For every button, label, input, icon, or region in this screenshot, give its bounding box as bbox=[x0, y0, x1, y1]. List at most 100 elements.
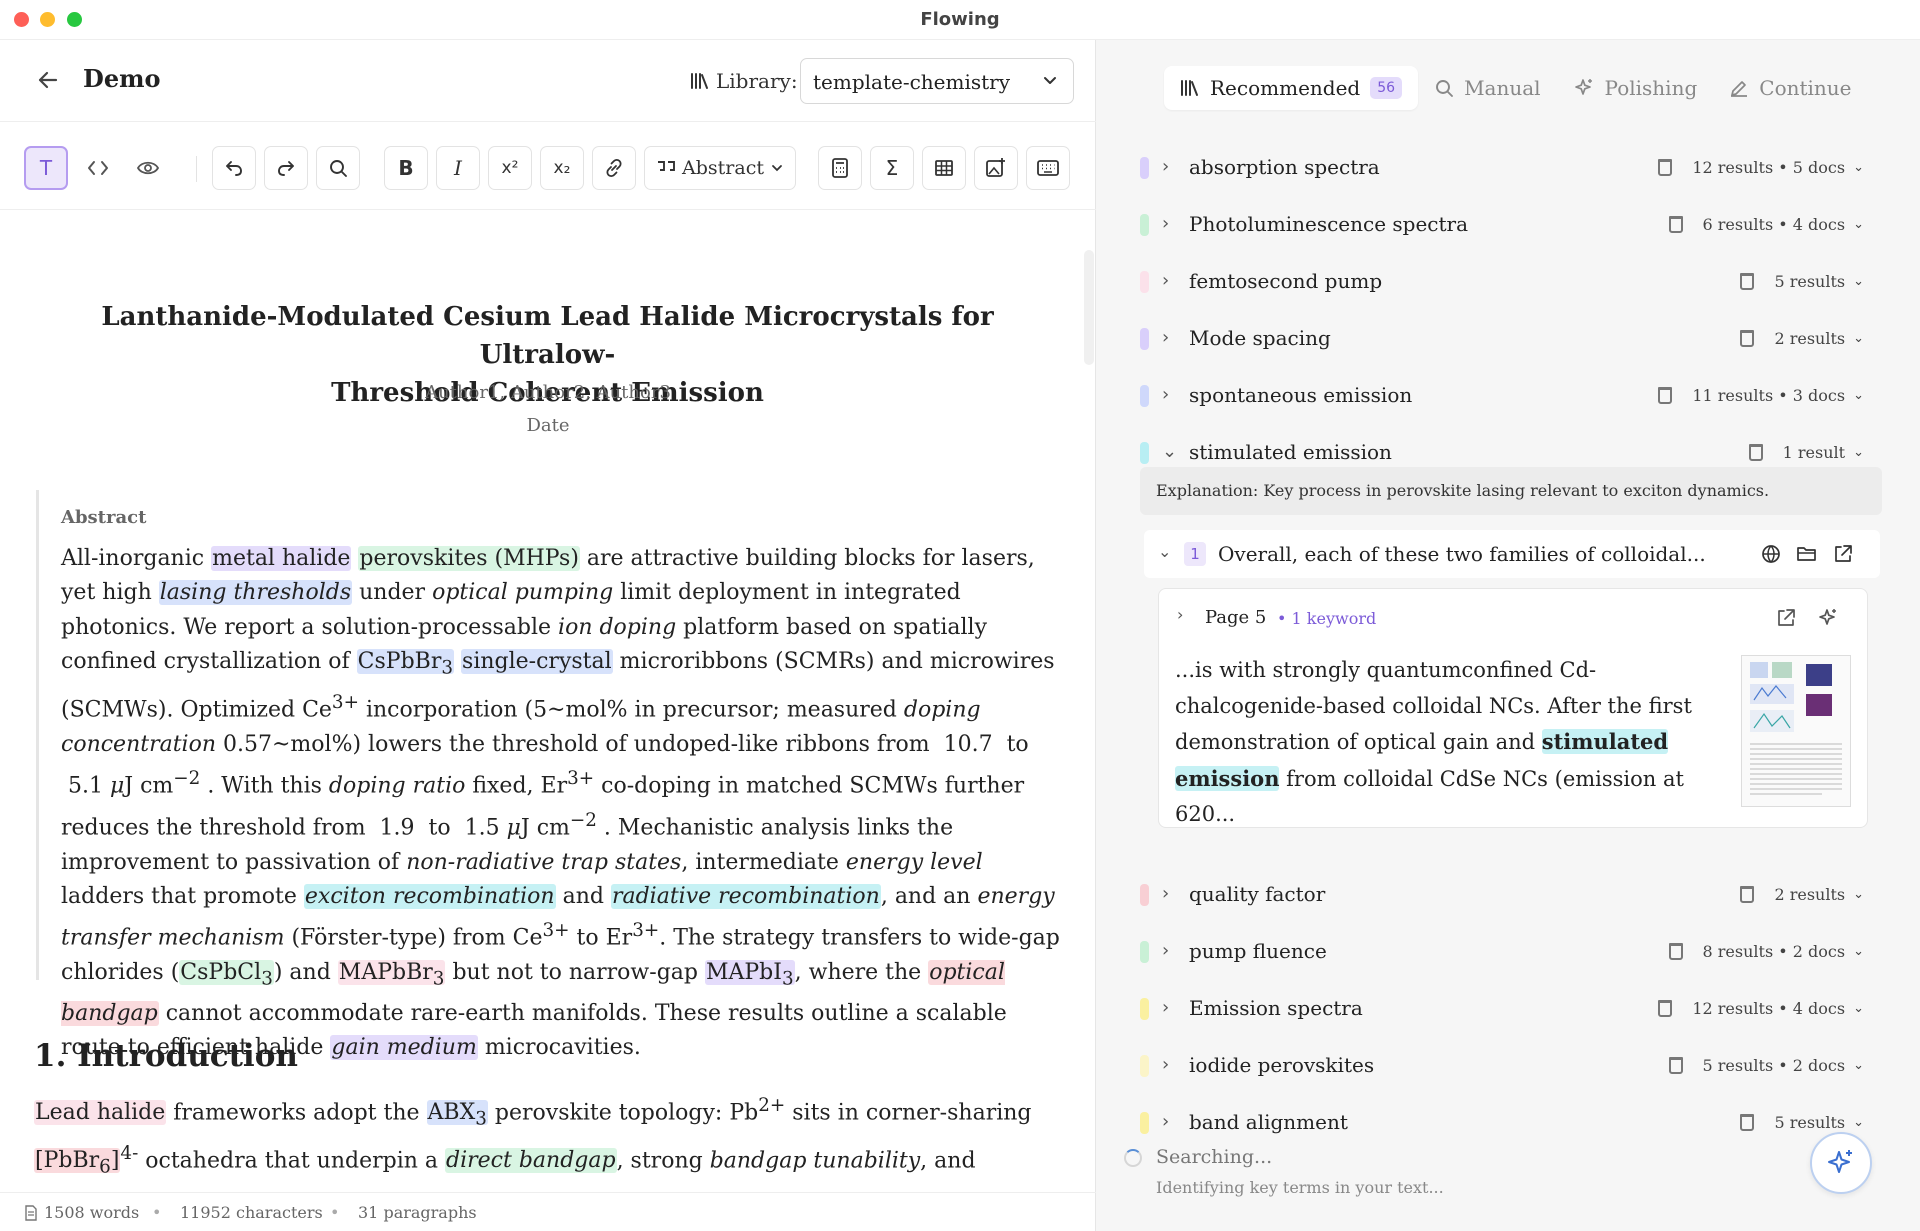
keyword-highlight[interactable]: Lead halide bbox=[34, 1100, 167, 1126]
keyword-meta[interactable]: 6 results • 4 docs ⌄ bbox=[1668, 215, 1864, 234]
chevron-right-icon[interactable]: › bbox=[1162, 270, 1169, 291]
preview-mode-button[interactable] bbox=[126, 146, 170, 190]
tab-continue[interactable]: Continue bbox=[1713, 66, 1867, 110]
tab-manual[interactable]: Manual bbox=[1418, 66, 1556, 110]
keyboard-button[interactable] bbox=[1026, 146, 1070, 190]
keyword-meta[interactable]: 12 results • 4 docs ⌄ bbox=[1658, 999, 1864, 1018]
trash-icon[interactable] bbox=[1668, 943, 1683, 960]
keyword-highlight[interactable]: lasing thresholds bbox=[158, 580, 353, 606]
keyword-row[interactable]: › Mode spacing 2 results ⌄ bbox=[1096, 311, 1920, 368]
keyword-highlight[interactable]: CsPbBr3 bbox=[356, 649, 455, 679]
link-button[interactable] bbox=[592, 146, 636, 190]
external-link-icon[interactable] bbox=[1775, 607, 1797, 629]
keyword-highlight[interactable]: radiative recombination bbox=[610, 884, 881, 910]
trash-icon[interactable] bbox=[1658, 159, 1673, 176]
keyword-highlight[interactable]: CsPbCl3 bbox=[179, 960, 274, 990]
table-button[interactable] bbox=[922, 146, 966, 190]
subscript-button[interactable]: x₂ bbox=[540, 146, 584, 190]
keyword-highlight[interactable]: [PbBr6] bbox=[34, 1148, 121, 1178]
keyword-highlight[interactable]: perovskites (MHPs) bbox=[358, 546, 580, 571]
chevron-right-icon[interactable]: › bbox=[1162, 940, 1169, 961]
page-thumbnail[interactable] bbox=[1741, 655, 1851, 807]
chevron-right-icon[interactable]: › bbox=[1162, 327, 1169, 348]
trash-icon[interactable] bbox=[1748, 444, 1763, 461]
keyword-color-dot bbox=[1140, 157, 1149, 179]
keyword-meta[interactable]: 2 results ⌄ bbox=[1740, 329, 1864, 348]
keyword-meta[interactable]: 2 results ⌄ bbox=[1740, 885, 1864, 904]
trash-icon[interactable] bbox=[1740, 330, 1755, 347]
superscript-button[interactable]: x² bbox=[488, 146, 532, 190]
keyword-row[interactable]: › femtosecond pump 5 results ⌄ bbox=[1096, 254, 1920, 311]
keyword-row[interactable]: › absorption spectra 12 results • 5 docs ⌄ bbox=[1096, 140, 1920, 197]
globe-icon[interactable] bbox=[1760, 543, 1782, 565]
trash-icon[interactable] bbox=[1740, 273, 1755, 290]
chevron-right-icon[interactable]: › bbox=[1162, 1054, 1169, 1075]
keyword-highlight[interactable]: metal halide bbox=[211, 546, 352, 571]
equation-button[interactable]: Σ bbox=[870, 146, 914, 190]
keyword-row[interactable]: › pump fluence 8 results • 2 docs ⌄ bbox=[1096, 924, 1920, 981]
block-format-dropdown[interactable]: Abstract bbox=[644, 146, 796, 190]
trash-icon[interactable] bbox=[1740, 886, 1755, 903]
external-link-icon[interactable] bbox=[1832, 543, 1854, 565]
keyword-meta[interactable]: 11 results • 3 docs ⌄ bbox=[1658, 386, 1864, 405]
insert-image-button[interactable] bbox=[974, 146, 1018, 190]
keyword-highlight[interactable]: MAPbBr3 bbox=[337, 960, 446, 990]
keyword-highlight[interactable]: MAPbI3 bbox=[704, 960, 795, 990]
trash-icon[interactable] bbox=[1658, 387, 1673, 404]
chevron-down-icon[interactable]: ⌄ bbox=[1158, 542, 1171, 561]
ai-assist-button[interactable] bbox=[1810, 1132, 1872, 1194]
trash-icon[interactable] bbox=[1658, 1000, 1673, 1017]
chevron-right-icon[interactable]: › bbox=[1162, 384, 1169, 405]
italic-button[interactable]: I bbox=[436, 146, 480, 190]
keyword-highlight[interactable]: exciton recombination bbox=[303, 884, 556, 910]
keyword-meta[interactable]: 12 results • 5 docs ⌄ bbox=[1658, 158, 1864, 177]
tab-recommended[interactable]: Recommended 56 bbox=[1164, 66, 1419, 110]
calculator-button[interactable] bbox=[818, 146, 862, 190]
keyword-color-dot bbox=[1140, 328, 1149, 350]
trash-icon[interactable] bbox=[1668, 216, 1683, 233]
keyword-color-dot bbox=[1140, 214, 1149, 236]
sparkle-icon[interactable] bbox=[1817, 607, 1839, 629]
keyword-row[interactable]: › iodide perovskites 5 results • 2 docs ⌄ bbox=[1096, 1038, 1920, 1095]
library-select[interactable]: template-chemistry bbox=[800, 58, 1074, 104]
editor-pane: Demo Library: template-chemistry T B I x… bbox=[0, 40, 1096, 1231]
chevron-right-icon[interactable]: › bbox=[1162, 156, 1169, 177]
code-icon bbox=[88, 161, 108, 175]
keyword-meta[interactable]: 5 results • 2 docs ⌄ bbox=[1668, 1056, 1864, 1075]
trash-icon[interactable] bbox=[1668, 1057, 1683, 1074]
undo-button[interactable] bbox=[212, 146, 256, 190]
trash-icon[interactable] bbox=[1740, 1114, 1755, 1131]
chevron-right-icon[interactable]: › bbox=[1162, 1111, 1169, 1132]
chevron-right-icon[interactable]: › bbox=[1162, 213, 1169, 234]
tab-polishing[interactable]: Polishing bbox=[1557, 66, 1714, 110]
chevron-right-icon[interactable]: › bbox=[1177, 605, 1183, 624]
bold-button[interactable]: B bbox=[384, 146, 428, 190]
keyword-meta[interactable]: 8 results • 2 docs ⌄ bbox=[1668, 942, 1864, 961]
tab-continue-label: Continue bbox=[1759, 76, 1852, 100]
editor-scrollbar[interactable] bbox=[1084, 250, 1094, 365]
keyword-highlight[interactable]: ABX3 bbox=[426, 1100, 488, 1130]
keyword-row[interactable]: › Photoluminescence spectra 6 results • 4 … bbox=[1096, 197, 1920, 254]
chevron-right-icon[interactable]: › bbox=[1162, 883, 1169, 904]
keyword-result-count: 5 results bbox=[1774, 272, 1846, 291]
document-content[interactable]: Lanthanide-Modulated Cesium Lead Halide … bbox=[0, 210, 1084, 1185]
keyword-row[interactable]: › spontaneous emission 11 results • 3 docs… bbox=[1096, 368, 1920, 425]
keyword-row[interactable]: › Emission spectra 12 results • 4 docs ⌄ bbox=[1096, 981, 1920, 1038]
source-mode-button[interactable] bbox=[76, 146, 120, 190]
keyword-highlight[interactable]: gain medium bbox=[330, 1035, 478, 1061]
chevron-down-icon[interactable]: ⌄ bbox=[1162, 441, 1177, 462]
back-arrow-icon[interactable] bbox=[34, 66, 62, 94]
search-icon bbox=[1436, 80, 1454, 97]
find-button[interactable] bbox=[316, 146, 360, 190]
chevron-right-icon[interactable]: › bbox=[1162, 997, 1169, 1018]
title-bar: Flowing bbox=[0, 0, 1920, 40]
folder-icon[interactable] bbox=[1796, 543, 1818, 565]
keyword-meta[interactable]: 1 result ⌄ bbox=[1748, 443, 1864, 462]
keyword-row[interactable]: › quality factor 2 results ⌄ bbox=[1096, 867, 1920, 924]
result-item[interactable]: ⌄ 1 Overall, each of these two families … bbox=[1144, 530, 1880, 578]
keyword-highlight[interactable]: direct bandgap bbox=[445, 1148, 617, 1174]
text-mode-button[interactable]: T bbox=[24, 146, 68, 190]
keyword-highlight[interactable]: single-crystal bbox=[461, 649, 613, 675]
redo-button[interactable] bbox=[264, 146, 308, 190]
keyword-meta[interactable]: 5 results ⌄ bbox=[1740, 272, 1864, 291]
